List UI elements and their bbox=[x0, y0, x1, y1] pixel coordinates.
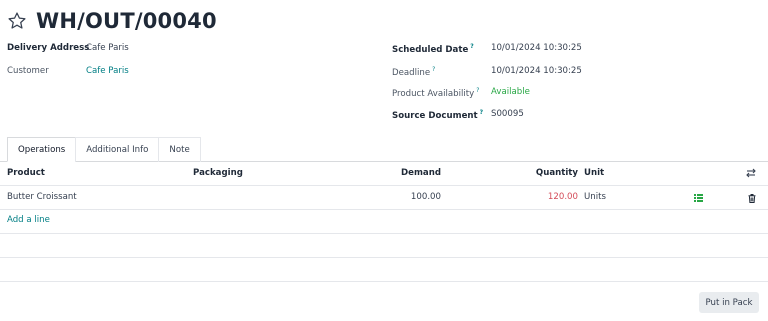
help-tooltip-icon[interactable]: ? bbox=[470, 43, 473, 50]
deadline-label: Deadline? bbox=[392, 66, 436, 78]
add-line-link[interactable]: Add a line bbox=[7, 215, 50, 225]
delivery-address-value[interactable]: Cafe Paris bbox=[86, 43, 129, 53]
put-in-pack-button[interactable]: Put in Pack bbox=[699, 292, 759, 313]
help-tooltip-icon[interactable]: ? bbox=[476, 87, 479, 94]
trash-icon[interactable] bbox=[746, 192, 758, 204]
record-title: WH/OUT/00040 bbox=[36, 9, 217, 33]
column-header-quantity[interactable]: Quantity bbox=[520, 168, 578, 178]
product-availability-value: Available bbox=[491, 87, 530, 97]
customer-link[interactable]: Cafe Paris bbox=[86, 66, 129, 76]
scheduled-date-label: Scheduled Date? bbox=[392, 43, 474, 55]
scheduled-date-value[interactable]: 10/01/2024 10:30:25 bbox=[491, 43, 582, 53]
column-header-packaging[interactable]: Packaging bbox=[193, 168, 243, 178]
tab-note[interactable]: Note bbox=[158, 137, 201, 162]
empty-row-divider bbox=[0, 233, 768, 234]
row-product[interactable]: Butter Croissant bbox=[7, 192, 77, 202]
column-header-unit[interactable]: Unit bbox=[584, 168, 604, 178]
deadline-value[interactable]: 10/01/2024 10:30:25 bbox=[491, 66, 582, 76]
optional-columns-toggle-icon[interactable] bbox=[745, 167, 757, 179]
table-bottom-divider bbox=[0, 281, 768, 282]
product-availability-label: Product Availability? bbox=[392, 87, 480, 99]
help-tooltip-icon[interactable]: ? bbox=[432, 66, 435, 73]
star-icon[interactable] bbox=[6, 10, 28, 32]
row-demand[interactable]: 100.00 bbox=[380, 192, 441, 202]
title-row: WH/OUT/00040 bbox=[6, 7, 217, 35]
notebook-tabs: Operations Additional Info Note bbox=[7, 137, 201, 162]
column-header-product[interactable]: Product bbox=[7, 168, 45, 178]
source-document-label: Source Document? bbox=[392, 109, 484, 121]
empty-row-divider bbox=[0, 257, 768, 258]
tab-additional-info[interactable]: Additional Info bbox=[75, 137, 160, 162]
delivery-address-label: Delivery Address bbox=[7, 43, 90, 53]
customer-label: Customer bbox=[7, 66, 49, 76]
header-divider bbox=[0, 185, 768, 186]
source-document-value[interactable]: S00095 bbox=[491, 109, 524, 119]
tab-operations[interactable]: Operations bbox=[7, 137, 77, 162]
detailed-operations-list-icon[interactable] bbox=[692, 192, 704, 204]
column-header-demand[interactable]: Demand bbox=[380, 168, 441, 178]
row-divider bbox=[0, 209, 768, 210]
row-unit[interactable]: Units bbox=[584, 192, 606, 202]
row-quantity[interactable]: 120.00 bbox=[520, 192, 578, 202]
help-tooltip-icon[interactable]: ? bbox=[480, 109, 483, 116]
